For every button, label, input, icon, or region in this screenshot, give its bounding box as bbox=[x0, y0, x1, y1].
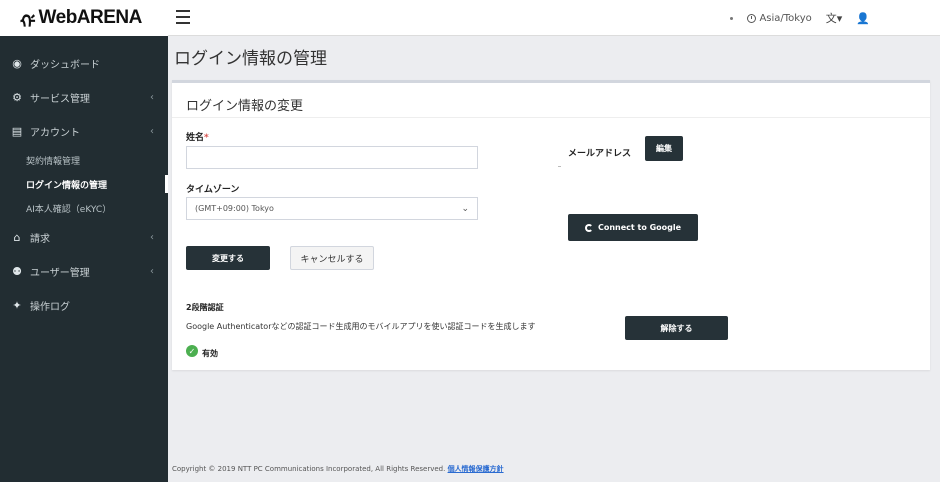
sidebar-item-billing[interactable]: ⌂ 請求 ‹ bbox=[0, 220, 168, 254]
user-icon[interactable]: 👤 bbox=[856, 12, 870, 25]
edit-email-button[interactable]: 編集 bbox=[645, 136, 683, 161]
login-info-card: ログイン情報の変更 姓名* タイムゾーン (GMT+09:00) Tokyo ⌄… bbox=[172, 80, 930, 370]
copyright-text: Copyright © 2019 NTT PC Communications I… bbox=[172, 465, 446, 473]
privacy-policy-link[interactable]: 個人情報保護方針 bbox=[448, 465, 504, 473]
chevron-down-icon: ⌄ bbox=[461, 204, 469, 214]
sidebar-item-label: 請求 bbox=[30, 233, 50, 245]
users-icon: ⚉ bbox=[12, 264, 22, 278]
sidebar-item-label: ユーザー管理 bbox=[30, 267, 90, 279]
bank-icon: ⌂ bbox=[13, 230, 21, 244]
id-card-icon: ▤ bbox=[11, 124, 23, 138]
connect-google-label: Connect to Google bbox=[597, 223, 682, 232]
sidebar-item-dashboard[interactable]: ◉ ダッシュボード bbox=[0, 46, 168, 80]
separator-dot bbox=[730, 16, 734, 20]
name-input[interactable] bbox=[186, 146, 478, 169]
top-header: ᡤ WebARENA Asia/Tokyo 文▾ 👤 bbox=[0, 0, 940, 36]
status-badge: 有効 bbox=[202, 349, 218, 358]
page-title: ログイン情報の管理 bbox=[174, 49, 327, 69]
google-icon bbox=[584, 223, 593, 232]
sidebar-item-users[interactable]: ⚉ ユーザー管理 ‹ bbox=[0, 254, 168, 288]
sidebar-item-label: ダッシュボード bbox=[30, 59, 100, 71]
divider bbox=[172, 117, 930, 118]
log-icon: ✦ bbox=[12, 298, 22, 312]
sidebar-item-label: アカウント bbox=[30, 127, 80, 139]
sidebar-item-label: サービス管理 bbox=[30, 93, 90, 105]
separator-dot bbox=[558, 166, 561, 167]
sidebar-subitem-login-info[interactable]: ログイン情報の管理 bbox=[0, 172, 168, 196]
sidebar-item-operation-log[interactable]: ✦ 操作ログ bbox=[0, 288, 168, 322]
language-icon[interactable]: 文▾ bbox=[826, 10, 843, 26]
timezone-text: Asia/Tokyo bbox=[759, 12, 812, 24]
sidebar-item-account[interactable]: ▤ アカウント ‹ bbox=[0, 114, 168, 148]
name-label: 姓名* bbox=[186, 130, 209, 143]
email-label: メールアドレス bbox=[568, 149, 632, 159]
check-circle-icon: ✓ bbox=[186, 345, 198, 357]
menu-toggle-icon[interactable] bbox=[176, 10, 190, 24]
sidebar: ◉ ダッシュボード ⚙ サービス管理 ‹ ▤ アカウント ‹ 契約情報管理 ログ… bbox=[0, 36, 168, 482]
clock-icon bbox=[747, 13, 757, 23]
timezone-select-value: (GMT+09:00) Tokyo bbox=[195, 204, 274, 213]
chevron-left-icon: ‹ bbox=[150, 125, 154, 137]
logo[interactable]: ᡤ WebARENA bbox=[0, 0, 168, 36]
cancel-button[interactable]: キャンセルする bbox=[290, 246, 374, 270]
card-title: ログイン情報の変更 bbox=[186, 99, 304, 114]
twofa-title: 2段階認証 bbox=[186, 303, 224, 312]
chevron-left-icon: ‹ bbox=[150, 91, 154, 103]
gears-icon: ⚙ bbox=[12, 90, 22, 104]
header-right: Asia/Tokyo 文▾ 👤 bbox=[730, 0, 870, 36]
sidebar-subitem-contract[interactable]: 契約情報管理 bbox=[0, 148, 168, 172]
logo-mark-icon: ᡤ bbox=[20, 11, 36, 32]
timezone-label: タイムゾーン bbox=[186, 185, 240, 195]
dashboard-icon: ◉ bbox=[12, 56, 22, 70]
required-mark: * bbox=[204, 133, 209, 143]
twofa-description: Google Authenticatorなどの認証コード生成用のモバイルアプリを… bbox=[186, 322, 536, 331]
timezone-select[interactable]: (GMT+09:00) Tokyo ⌄ bbox=[186, 197, 478, 220]
change-button[interactable]: 変更する bbox=[186, 246, 270, 270]
chevron-left-icon: ‹ bbox=[150, 231, 154, 243]
footer: Copyright © 2019 NTT PC Communications I… bbox=[172, 464, 504, 474]
disable-2fa-button[interactable]: 解除する bbox=[625, 316, 728, 340]
connect-google-button[interactable]: Connect to Google bbox=[568, 214, 698, 241]
chevron-left-icon: ‹ bbox=[150, 265, 154, 277]
sidebar-subitem-ekyc[interactable]: AI本人確認（eKYC） bbox=[0, 196, 168, 220]
timezone-display: Asia/Tokyo bbox=[747, 12, 812, 24]
logo-text: WebARENA bbox=[38, 7, 143, 28]
name-label-text: 姓名 bbox=[186, 133, 205, 143]
sidebar-item-service[interactable]: ⚙ サービス管理 ‹ bbox=[0, 80, 168, 114]
sidebar-item-label: 操作ログ bbox=[30, 301, 70, 313]
